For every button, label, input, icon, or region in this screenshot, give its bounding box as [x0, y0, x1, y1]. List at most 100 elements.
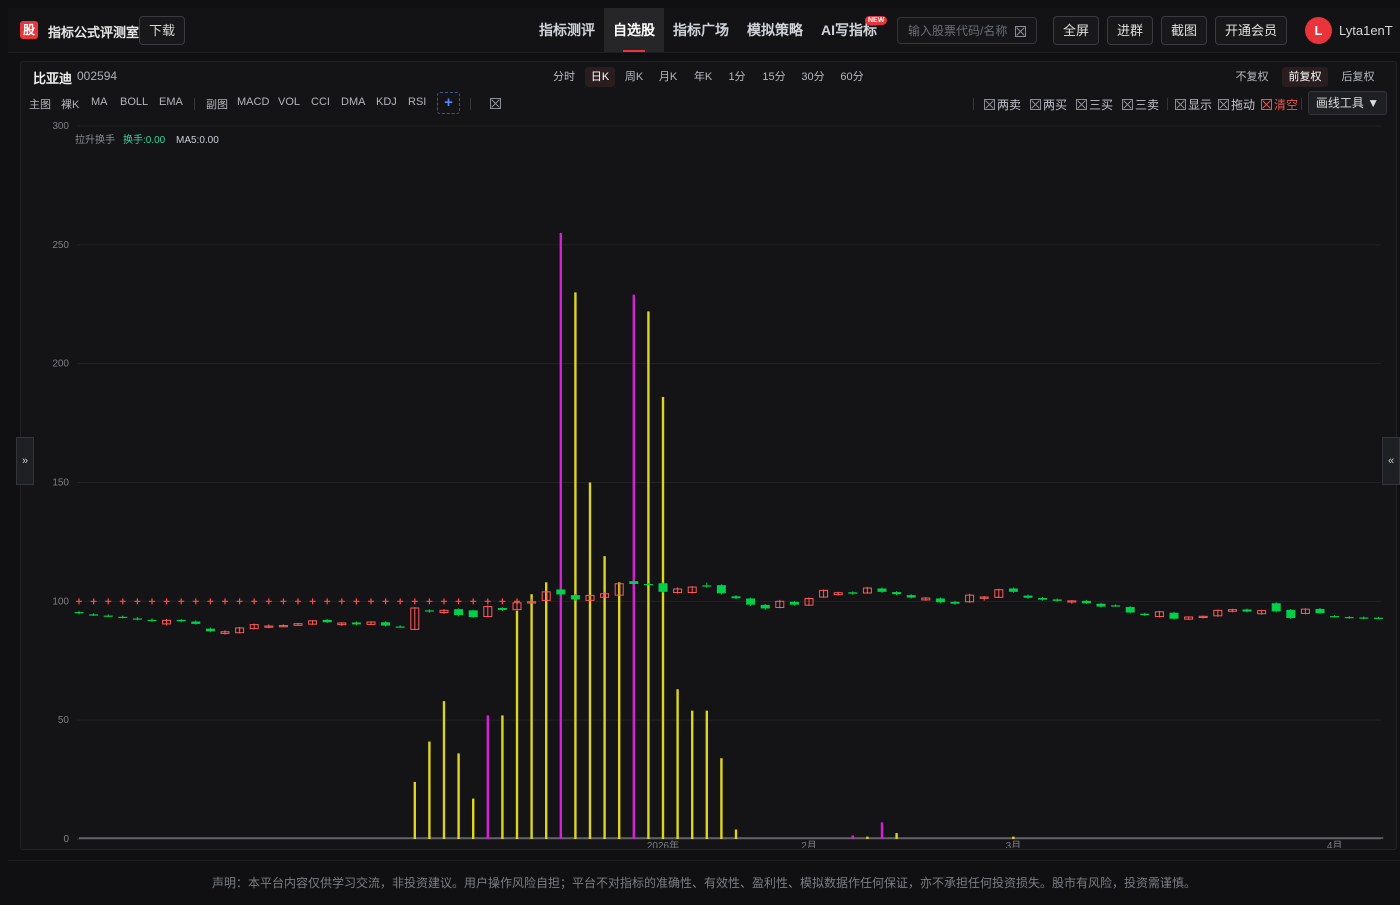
nav-indicator-square[interactable]: 指标广场 — [664, 8, 738, 52]
volume-bar — [413, 781, 416, 839]
toggle-two-buy[interactable]: 两买 — [1030, 96, 1067, 113]
y-tick-label: 150 — [52, 478, 69, 489]
expand-left-panel-button[interactable]: » — [16, 437, 34, 485]
period-intraday[interactable]: 分时 — [548, 67, 580, 87]
checkbox-icon — [1030, 98, 1041, 110]
logo-icon: 股 — [20, 21, 38, 39]
period-daily[interactable]: 日K — [585, 67, 615, 87]
volume-bar — [530, 594, 533, 839]
toggle-three-sell[interactable]: 三卖 — [1122, 96, 1159, 113]
indicator-boll[interactable]: BOLL — [120, 96, 148, 108]
download-button[interactable]: 下载 — [139, 16, 185, 45]
main-chart-label: 主图 — [29, 99, 51, 111]
close-indicator-icon[interactable] — [490, 98, 501, 109]
adjust-forward[interactable]: 前复权 — [1282, 67, 1328, 87]
indicator-dma[interactable]: DMA — [341, 96, 365, 108]
indicator-rsi[interactable]: RSI — [408, 96, 426, 108]
expand-right-panel-button[interactable]: « — [1382, 437, 1400, 485]
volume-bar — [880, 822, 884, 839]
candle-body — [658, 583, 668, 592]
candle-body — [746, 598, 756, 605]
period-1min[interactable]: 1分 — [724, 67, 750, 87]
candle-body — [643, 583, 653, 586]
indicator-toolbar: 主图 裸K MA BOLL EMA 副图 MACD VOL CCI DMA KD… — [21, 90, 1396, 116]
period-60min[interactable]: 60分 — [836, 67, 868, 87]
fullscreen-button[interactable]: 全屏 — [1053, 16, 1099, 45]
candle-body — [556, 589, 566, 595]
candle-body — [147, 619, 157, 622]
candle-body — [132, 618, 142, 620]
indicator-kdj[interactable]: KDJ — [376, 96, 397, 108]
cross-marker — [353, 598, 360, 605]
cross-marker — [236, 598, 243, 605]
nav-indicator-review[interactable]: 指标测评 — [530, 8, 604, 52]
period-weekly[interactable]: 周K — [620, 67, 648, 87]
candle-body — [935, 598, 945, 603]
volume-bar — [457, 753, 460, 839]
indicator-cci[interactable]: CCI — [311, 96, 330, 108]
x-tick-label: 2026年 — [647, 839, 679, 848]
indicator-ema[interactable]: EMA — [159, 96, 183, 108]
volume-bar — [618, 582, 621, 839]
checkbox-icon — [1218, 98, 1229, 110]
candle-body — [1169, 612, 1179, 619]
candle-body — [716, 585, 726, 594]
toggle-two-sell[interactable]: 两卖 — [984, 96, 1021, 113]
indicator-ma[interactable]: MA — [91, 96, 108, 108]
volume-bar — [734, 829, 738, 839]
nav-ai-indicator[interactable]: AI写指标 — [814, 8, 884, 52]
screenshot-button[interactable]: 截图 — [1161, 16, 1207, 45]
sub-chart-label: 副图 — [206, 99, 228, 111]
toggle-drag[interactable]: 拖动 — [1218, 96, 1255, 113]
kline-chart[interactable]: 拉升换手 换手:0.00 MA5:0.00 0 50 100 150 200 250 300… — [21, 117, 1396, 848]
cross-marker — [222, 598, 228, 605]
volume-bar — [1012, 836, 1015, 839]
candle-body — [1023, 595, 1033, 598]
indicator-macd[interactable]: MACD — [237, 96, 269, 108]
disclaimer: 声明：本平台内容仅供学习交流，非投资建议。用户操作风险自担；平台不对指标的准确性… — [8, 860, 1400, 901]
nav-watchlist[interactable]: 自选股 — [604, 8, 664, 52]
candle-body — [176, 619, 186, 622]
checkbox-icon — [1175, 98, 1186, 110]
cross-marker — [455, 598, 462, 605]
cross-marker — [441, 598, 447, 605]
period-monthly[interactable]: 月K — [654, 67, 682, 87]
volume-bar — [559, 232, 562, 839]
clear-button[interactable]: 清空 — [1261, 96, 1298, 113]
cross-marker — [295, 598, 301, 605]
toggle-show[interactable]: 显示 — [1175, 96, 1212, 113]
indicator-naked-k[interactable]: 裸K — [61, 96, 79, 112]
draw-tools-button[interactable]: 画线工具 ▼ — [1308, 91, 1387, 115]
nav-simulation-strategy[interactable]: 模拟策略 — [738, 8, 812, 52]
candle-body — [1315, 608, 1325, 614]
cross-marker — [411, 598, 418, 605]
candle-body — [1373, 617, 1383, 619]
cross-marker — [280, 598, 287, 605]
join-group-button[interactable]: 进群 — [1107, 16, 1153, 45]
toggle-three-buy[interactable]: 三买 — [1076, 96, 1113, 113]
candle-body — [381, 622, 391, 626]
cross-marker — [192, 598, 199, 605]
avatar[interactable]: L — [1305, 17, 1332, 44]
candle-body — [1038, 598, 1048, 600]
adjust-backward[interactable]: 后复权 — [1338, 67, 1378, 87]
indicator-vol[interactable]: VOL — [278, 96, 300, 108]
add-indicator-button[interactable]: + — [437, 92, 460, 114]
checkbox-icon — [984, 98, 995, 110]
adjust-none[interactable]: 不复权 — [1232, 67, 1272, 87]
candle-body — [1081, 600, 1091, 604]
period-yearly[interactable]: 年K — [689, 67, 717, 87]
username[interactable]: Lyta1enT — [1339, 23, 1393, 38]
candle-body — [702, 585, 712, 587]
membership-button[interactable]: 开通会员 — [1215, 16, 1287, 45]
legend-turnover: 换手:0.00 — [123, 133, 166, 146]
cross-marker — [338, 598, 345, 605]
period-15min[interactable]: 15分 — [758, 67, 790, 87]
legend-ma5: MA5:0.00 — [176, 135, 219, 146]
divider — [1301, 98, 1302, 110]
clear-search-icon[interactable] — [1015, 26, 1026, 37]
period-30min[interactable]: 30分 — [797, 67, 829, 87]
search-input[interactable] — [898, 18, 1016, 43]
volume-bar — [588, 482, 592, 839]
candle-body — [1271, 603, 1281, 612]
